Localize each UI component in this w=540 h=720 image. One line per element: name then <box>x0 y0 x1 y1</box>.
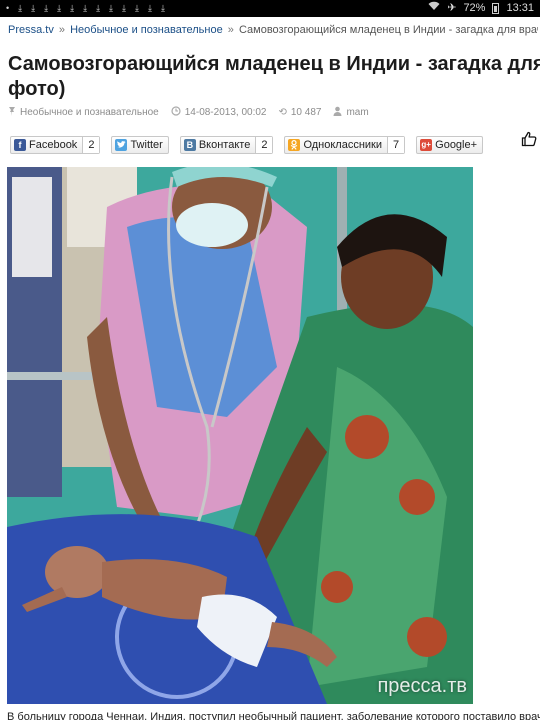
meta-views-label: 10 487 <box>290 107 322 118</box>
download-icon: ⤓ <box>70 3 75 13</box>
download-icon: ⤓ <box>148 3 152 13</box>
twitter-share-label: Twitter <box>130 139 163 151</box>
airplane-icon: ✈ <box>447 2 457 14</box>
page-title-line1: Самовозгорающийся младенец в Индии - заг… <box>8 53 540 75</box>
download-icon: ⤓ <box>122 3 127 13</box>
battery-icon <box>492 2 500 14</box>
googleplus-share-button[interactable]: g+ Google+ <box>416 136 484 154</box>
download-icon: ⤓ <box>109 3 114 13</box>
thumbs-up-icon[interactable] <box>521 131 537 147</box>
breadcrumb-separator: » <box>58 24 66 36</box>
vkontakte-icon: B <box>183 139 196 151</box>
twitter-share-button[interactable]: Twitter <box>111 136 169 154</box>
clock: 13:31 <box>506 2 534 14</box>
breadcrumb-category-link[interactable]: Необычное и познавательное <box>70 24 223 36</box>
photo-watermark: пресса.тв <box>377 675 467 697</box>
facebook-share-main: f Facebook <box>11 137 82 153</box>
status-bar: • ⤓ ⤓ ⤓ ⤓ ⤓ ⤓ ⤓ ⤓ ⤓ ⤓ ⤓ ⤓ ✈ 72% 13:31 <box>0 0 540 17</box>
meta-author-label: mam <box>346 107 369 118</box>
page-title: Самовозгорающийся младенец в Индии - заг… <box>8 52 540 102</box>
facebook-share-button[interactable]: f Facebook 2 <box>10 136 101 154</box>
odnoklassniki-icon <box>288 139 301 151</box>
download-icon: ⤓ <box>135 3 139 13</box>
facebook-share-label: Facebook <box>29 139 78 151</box>
meta-category[interactable]: Необычное и познавательное <box>8 106 159 119</box>
download-icon: ⤓ <box>18 3 23 13</box>
odnoklassniki-share-label: Одноклассники <box>303 139 383 151</box>
page-title-line2: фото) <box>8 78 66 100</box>
notification-icons: • ⤓ ⤓ ⤓ ⤓ ⤓ ⤓ ⤓ ⤓ ⤓ ⤓ ⤓ ⤓ <box>6 2 165 14</box>
dot-icon: • <box>6 3 10 13</box>
download-icon: ⤓ <box>83 3 88 13</box>
system-icons: ✈ 72% 13:31 <box>428 1 534 15</box>
vkontakte-share-main: B Вконтакте <box>181 137 255 153</box>
pin-icon <box>8 106 16 119</box>
vkontakte-share-count: 2 <box>255 137 273 153</box>
user-icon <box>333 106 342 119</box>
share-bar: f Facebook 2 Twitter B Вконтакте 2 Однок… <box>10 136 484 154</box>
twitter-icon <box>115 139 128 151</box>
article-photo-illustration <box>7 167 473 704</box>
breadcrumb-home-link[interactable]: Pressa.tv <box>8 24 54 36</box>
article-text: В больницу города Ченнаи, Индия, поступи… <box>7 711 540 720</box>
meta-date: 14-08-2013, 00:02 <box>171 106 267 119</box>
breadcrumb-current: Самовозгорающийся младенец в Индии - заг… <box>238 24 538 36</box>
vkontakte-share-label: Вконтакте <box>198 139 251 151</box>
meta-author[interactable]: mam <box>333 106 369 119</box>
download-icon: ⤓ <box>31 3 36 13</box>
twitter-share-main: Twitter <box>112 137 167 153</box>
article-photo: пресса.тв <box>7 167 473 704</box>
vkontakte-share-button[interactable]: B Вконтакте 2 <box>179 136 274 154</box>
odnoklassniki-share-count: 7 <box>387 137 405 153</box>
battery-label: 72% <box>463 2 486 14</box>
refresh-icon: ⟲ <box>278 107 287 118</box>
wifi-icon <box>428 1 440 15</box>
googleplus-icon: g+ <box>420 139 433 151</box>
article-meta: Необычное и познавательное 14-08-2013, 0… <box>8 106 369 119</box>
odnoklassniki-share-main: Одноклассники <box>285 137 387 153</box>
meta-date-label: 14-08-2013, 00:02 <box>184 107 267 118</box>
meta-views: ⟲ 10 487 <box>278 107 321 118</box>
download-icon: ⤓ <box>57 3 62 13</box>
facebook-icon: f <box>14 139 26 151</box>
odnoklassniki-share-button[interactable]: Одноклассники 7 <box>284 136 406 154</box>
breadcrumb-separator: » <box>227 24 234 36</box>
meta-category-label: Необычное и познавательное <box>20 107 159 118</box>
facebook-share-count: 2 <box>82 137 100 153</box>
breadcrumb: Pressa.tv » Необычное и познавательное »… <box>8 24 538 36</box>
googleplus-share-label: Google+ <box>435 139 478 151</box>
download-icon: ⤓ <box>44 3 49 13</box>
googleplus-share-main: g+ Google+ <box>417 137 482 153</box>
download-icon: ⤓ <box>160 3 165 13</box>
clock-icon <box>171 106 181 119</box>
download-icon: ⤓ <box>96 3 101 13</box>
